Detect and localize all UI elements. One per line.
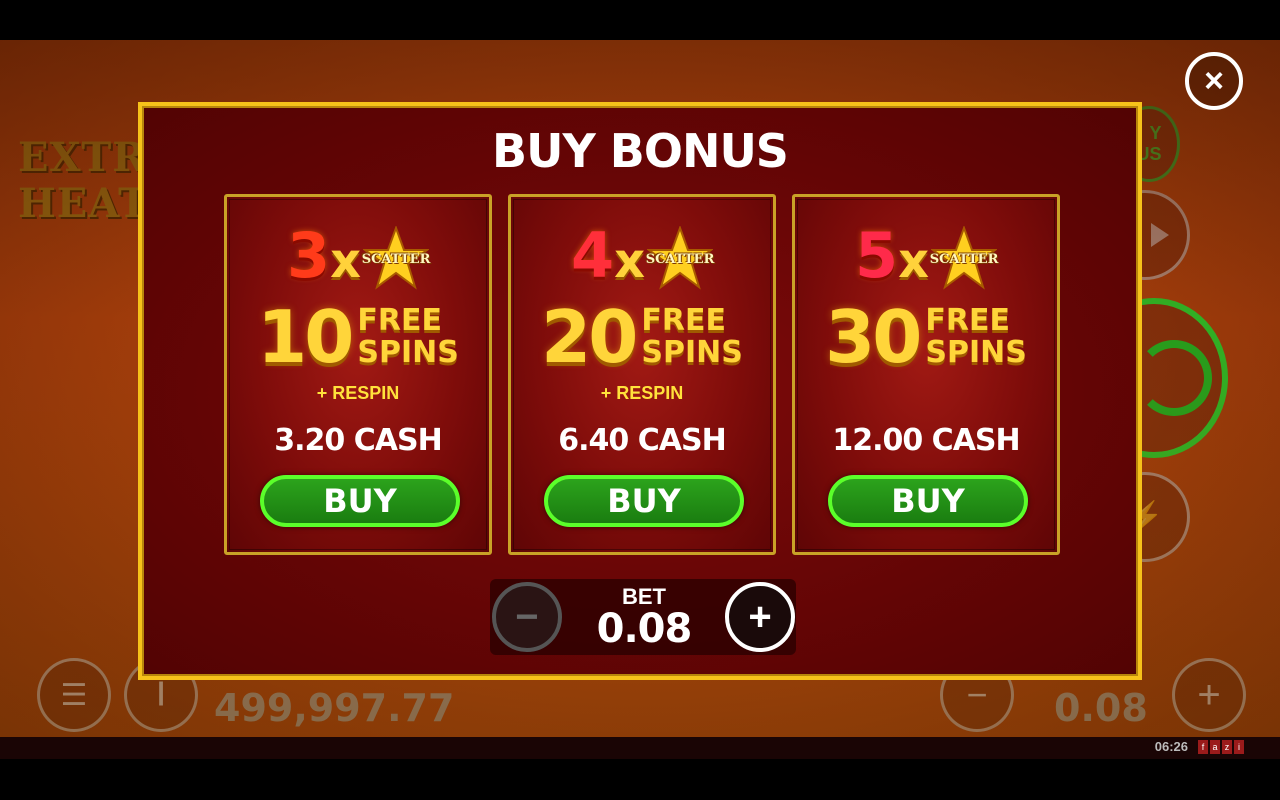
multiplier-value: 5: [854, 219, 899, 292]
bet-increase-button[interactable]: +: [725, 582, 795, 652]
brand-letter: a: [1210, 740, 1220, 754]
offer-price: 12.00 CASH: [832, 423, 1020, 458]
brand-letter: i: [1234, 740, 1244, 754]
free-spins-label: FREE SPINS: [641, 305, 742, 369]
bottom-bet-plus-button[interactable]: +: [1172, 658, 1246, 732]
plus-icon: +: [748, 594, 772, 639]
plus-icon: +: [1197, 672, 1221, 717]
multiplier-x: x: [614, 233, 646, 289]
logo-line-2: HEAT: [18, 180, 149, 227]
buy-bonus-dialog: BUY BONUS 3x SCATTER 10 FREE SPINS + RES…: [138, 102, 1142, 680]
close-icon: ×: [1204, 61, 1224, 100]
multiplier-x: x: [330, 233, 362, 289]
spin-arrow-icon: [1136, 340, 1212, 416]
buy-button[interactable]: BUY: [828, 475, 1028, 527]
free-spins-count: 30: [825, 295, 922, 379]
info-icon: ⅼ: [156, 678, 166, 712]
scatter-label: SCATTER: [361, 251, 431, 267]
menu-button[interactable]: ☰: [37, 658, 111, 732]
brand-letter: z: [1222, 740, 1232, 754]
free-label: FREE: [925, 303, 1010, 338]
minus-icon: −: [966, 674, 988, 715]
free-label: FREE: [641, 303, 726, 338]
close-button[interactable]: ×: [1185, 52, 1243, 110]
multiplier-value: 3: [286, 219, 331, 292]
bet-decrease-button[interactable]: −: [492, 582, 562, 652]
multiplier-row: 3x SCATTER: [227, 225, 489, 292]
free-spins-count: 10: [257, 295, 354, 379]
offer-price: 6.40 CASH: [558, 423, 726, 458]
offer-price: 3.20 CASH: [274, 423, 442, 458]
free-spins-label: FREE SPINS: [925, 305, 1026, 369]
free-spins-row: 30 FREE SPINS: [795, 301, 1057, 373]
multiplier-x: x: [898, 233, 930, 289]
buy-button[interactable]: BUY: [260, 475, 460, 527]
play-icon: [1151, 223, 1169, 247]
multiplier-value: 4: [570, 219, 615, 292]
bet-value: 0.08: [596, 606, 693, 652]
logo-line-1: EXTR: [18, 134, 147, 181]
buy-button[interactable]: BUY: [544, 475, 744, 527]
free-spins-row: 20 FREE SPINS: [511, 301, 773, 373]
free-label: FREE: [357, 303, 442, 338]
spins-label: SPINS: [641, 335, 743, 370]
status-bar: [0, 737, 1280, 759]
bottom-bet-value: 0.08: [1054, 686, 1148, 730]
brand-letter: f: [1198, 740, 1208, 754]
bonus-offer-card: 5x SCATTER 30 FREE SPINS 12.00 CASH BUY: [792, 194, 1060, 555]
multiplier-row: 4x SCATTER: [511, 225, 773, 292]
dialog-title: BUY BONUS: [492, 124, 789, 178]
scatter-label: SCATTER: [929, 251, 999, 267]
brand-logo: f a z i: [1198, 740, 1246, 756]
minus-icon: −: [515, 594, 539, 639]
bonus-offer-card: 3x SCATTER 10 FREE SPINS + RESPIN 3.20 C…: [224, 194, 492, 555]
free-spins-label: FREE SPINS: [357, 305, 458, 369]
free-spins-count: 20: [541, 295, 638, 379]
scatter-star-icon: SCATTER: [646, 225, 714, 292]
scatter-label: SCATTER: [645, 251, 715, 267]
scatter-star-icon: SCATTER: [362, 225, 430, 292]
respin-label: + RESPIN: [316, 383, 400, 403]
bonus-offer-card: 4x SCATTER 20 FREE SPINS + RESPIN 6.40 C…: [508, 194, 776, 555]
clock: 06:26: [1154, 739, 1188, 754]
multiplier-row: 5x SCATTER: [795, 225, 1057, 292]
menu-icon: ☰: [60, 678, 88, 712]
scatter-star-icon: SCATTER: [930, 225, 998, 292]
free-spins-row: 10 FREE SPINS: [227, 301, 489, 373]
balance-value: 499,997.77: [214, 686, 455, 730]
respin-label: + RESPIN: [600, 383, 684, 403]
multiplier: 5x: [855, 225, 929, 292]
multiplier: 4x: [571, 225, 645, 292]
game-logo: EXTR HEAT: [18, 135, 148, 227]
spins-label: SPINS: [357, 335, 459, 370]
multiplier: 3x: [287, 225, 361, 292]
spins-label: SPINS: [925, 335, 1027, 370]
